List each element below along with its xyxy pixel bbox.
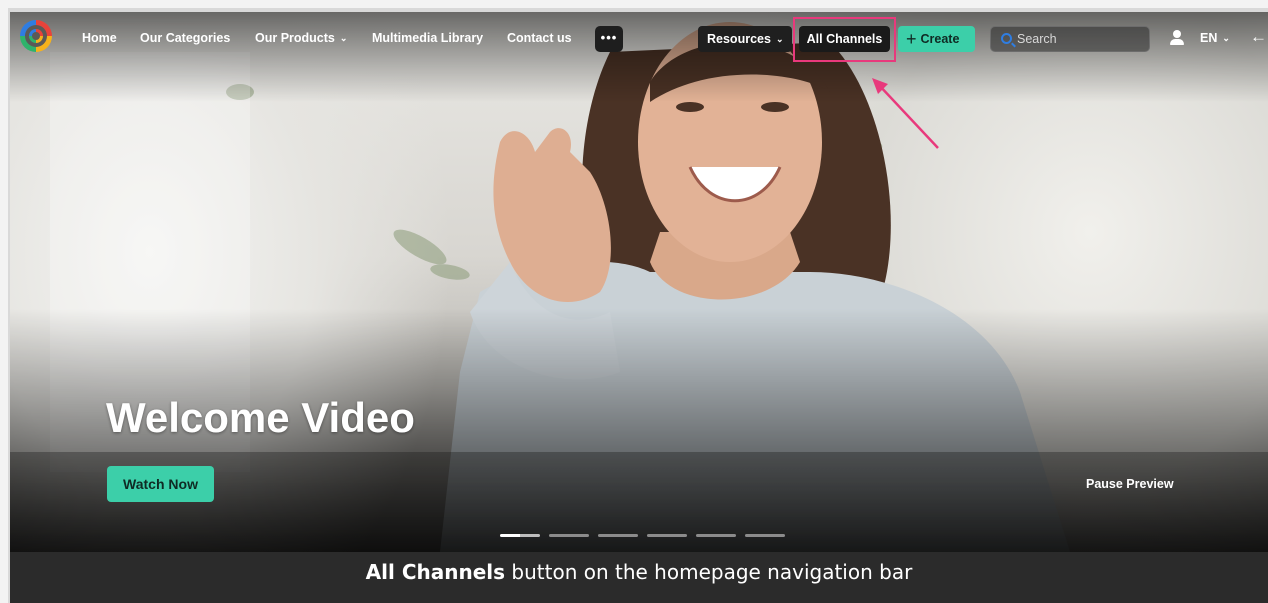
carousel-indicator[interactable] xyxy=(647,534,687,537)
search-icon[interactable] xyxy=(1001,33,1012,44)
resources-dropdown-button[interactable]: Resources ⌄ xyxy=(698,26,792,52)
search-input[interactable] xyxy=(1017,30,1145,48)
nav-item-our-categories[interactable]: Our Categories xyxy=(140,31,230,45)
nav-item-contact-us[interactable]: Contact us xyxy=(507,31,572,45)
pointer-arrow-annotation xyxy=(872,78,939,149)
chevron-down-icon: ⌄ xyxy=(1222,33,1230,43)
resources-label: Resources xyxy=(707,32,771,46)
carousel-indicator[interactable] xyxy=(745,534,785,537)
user-account-icon[interactable] xyxy=(1170,30,1184,46)
search-box xyxy=(990,26,1150,52)
carousel-indicator[interactable] xyxy=(598,534,638,537)
caption-text: button on the homepage navigation bar xyxy=(505,560,913,584)
caption-emphasis: All Channels xyxy=(365,560,506,584)
logout-icon[interactable]: ←| xyxy=(1250,27,1268,47)
watch-now-button[interactable]: Watch Now xyxy=(107,466,214,502)
all-channels-button[interactable]: All Channels xyxy=(799,26,890,52)
pause-preview-button[interactable]: Pause Preview xyxy=(1086,477,1174,491)
carousel-indicator[interactable] xyxy=(500,534,540,537)
language-selector[interactable]: EN ⌄ xyxy=(1200,31,1230,45)
hero-title: Welcome Video xyxy=(106,394,415,441)
hero-banner: Home Our Categories Our Products ⌄ Multim… xyxy=(10,12,1268,552)
nav-item-our-products[interactable]: Our Products ⌄ xyxy=(255,31,347,45)
screenshot-frame: Home Our Categories Our Products ⌄ Multim… xyxy=(8,8,1268,603)
carousel-indicators xyxy=(500,534,800,538)
caption-bar: All Channels button on the homepage navi… xyxy=(10,552,1268,603)
carousel-indicator[interactable] xyxy=(696,534,736,537)
create-label: Create xyxy=(920,32,960,46)
nav-item-label: Our Products xyxy=(255,31,335,45)
top-navigation-bar: Home Our Categories Our Products ⌄ Multim… xyxy=(10,12,1268,62)
create-button[interactable]: + Create xyxy=(898,26,975,52)
chevron-down-icon: ⌄ xyxy=(339,33,348,43)
nav-item-home[interactable]: Home xyxy=(82,31,117,45)
more-menu-button[interactable]: ••• xyxy=(595,26,623,52)
language-label: EN xyxy=(1200,31,1218,45)
brand-logo[interactable] xyxy=(20,20,52,52)
ellipsis-icon: ••• xyxy=(600,30,618,45)
carousel-indicator[interactable] xyxy=(549,534,589,537)
chevron-down-icon: ⌄ xyxy=(775,34,784,44)
nav-item-multimedia-library[interactable]: Multimedia Library xyxy=(372,31,483,45)
plus-icon: + xyxy=(906,29,917,49)
